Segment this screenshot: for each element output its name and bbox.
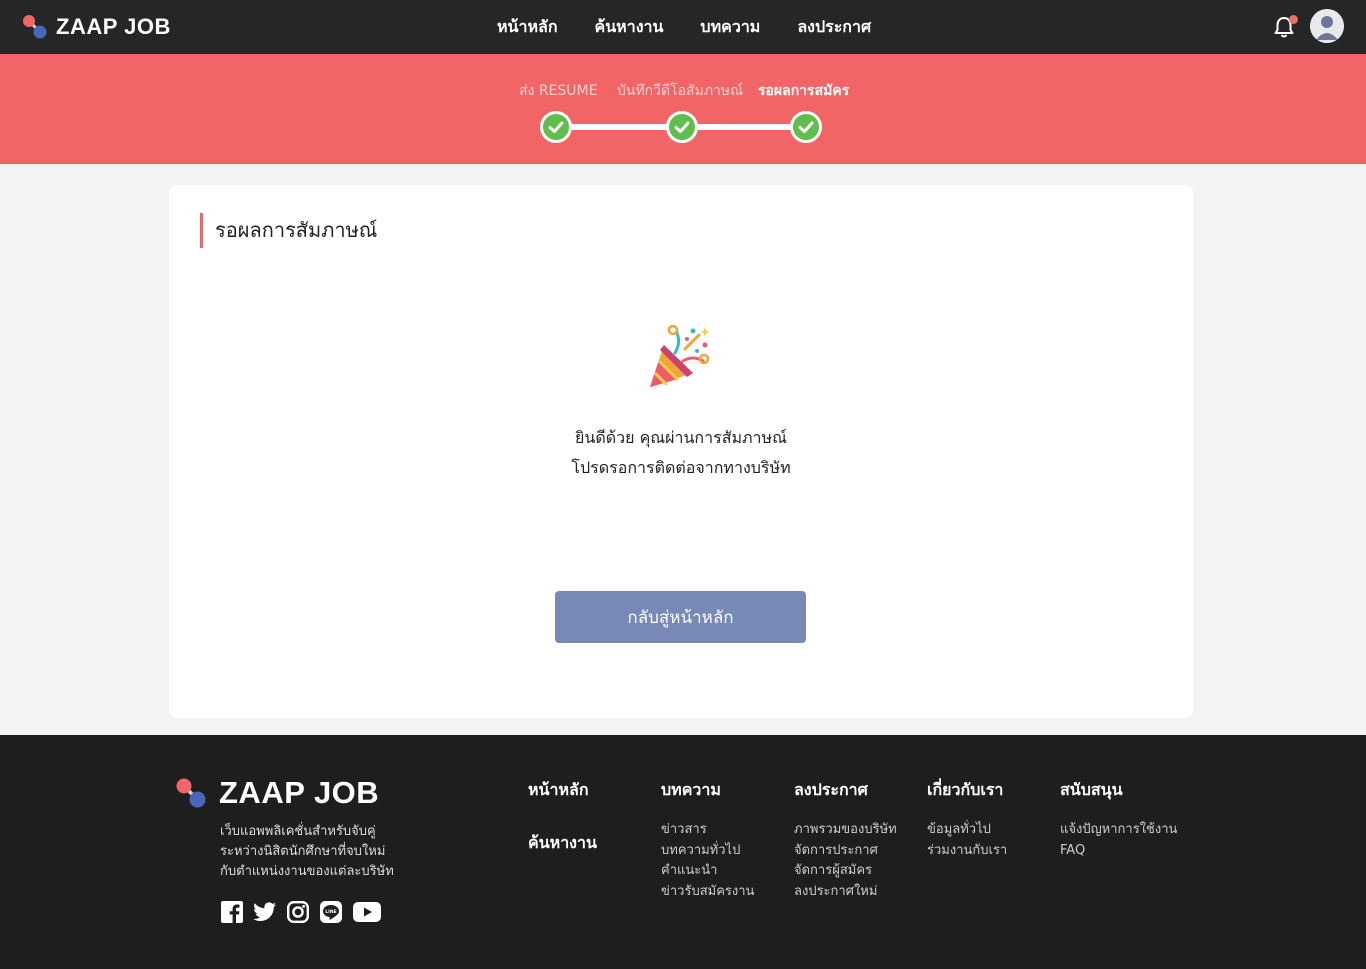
footer-link-job-news[interactable]: ข่าวรับสมัครงาน	[661, 882, 754, 903]
footer-col-support: สนับสนุน แจ้งปัญหาการใช้งาน FAQ	[1060, 778, 1177, 861]
main-nav: หน้าหลัก ค้นหางาน บทความ ลงประกาศ	[497, 0, 908, 54]
brand-logo[interactable]: ZAAP JOB	[22, 14, 171, 40]
footer-link-advice[interactable]: คำแนะนำ	[661, 861, 754, 882]
user-avatar-icon	[1310, 9, 1344, 43]
back-to-home-button[interactable]: กลับสู่หน้าหลัก	[555, 591, 806, 643]
footer-heading-about[interactable]: เกี่ยวกับเรา	[927, 778, 1007, 803]
footer-col-articles: บทความ ข่าวสาร บทความทั่วไป คำแนะนำ ข่าว…	[661, 778, 754, 902]
footer-col-home: หน้าหลัก ค้นหางาน	[528, 778, 597, 856]
nav-post-job[interactable]: ลงประกาศ	[797, 15, 871, 40]
footer-description-line: ระหว่างนิสิตนักศึกษาที่จบใหม่	[220, 844, 386, 859]
step-done-icon	[790, 111, 822, 143]
footer-heading-support[interactable]: สนับสนุน	[1060, 778, 1177, 803]
footer-heading-post[interactable]: ลงประกาศ	[794, 778, 897, 803]
top-navbar: ZAAP JOB หน้าหลัก ค้นหางาน บทความ ลงประก…	[0, 0, 1366, 54]
step-label-result: รอผลการสมัคร	[758, 83, 850, 99]
footer-description-line: เว็บแอพพลิเคชั่นสำหรับจับคู่	[220, 824, 376, 839]
footer-link-company-overview[interactable]: ภาพรวมของบริษัท	[794, 820, 897, 841]
footer-description-line: กับตำแหน่งงานของแต่ละบริษัท	[220, 864, 394, 879]
nav-home[interactable]: หน้าหลัก	[497, 15, 558, 40]
footer-link-report-issue[interactable]: แจ้งปัญหาการใช้งาน	[1060, 820, 1177, 841]
success-message: ยินดีด้วย คุณผ่านการสัมภาษณ์	[575, 428, 787, 447]
step-done-icon	[666, 111, 698, 143]
step-connector	[696, 124, 796, 130]
footer-heading-articles[interactable]: บทความ	[661, 778, 754, 803]
party-popper-icon	[647, 323, 713, 389]
footer-col-post: ลงประกาศ ภาพรวมของบริษัท จัดการประกาศ จั…	[794, 778, 897, 902]
footer-link-new-post[interactable]: ลงประกาศใหม่	[794, 882, 897, 903]
step-connector	[570, 124, 670, 130]
footer-brand-name: ZAAP JOB	[219, 775, 380, 810]
bell-icon[interactable]	[1271, 14, 1298, 40]
footer-col-about: เกี่ยวกับเรา ข้อมูลทั่วไป ร่วมงานกับเรา	[927, 778, 1007, 861]
nav-articles[interactable]: บทความ	[700, 15, 760, 40]
footer-link-manage-posts[interactable]: จัดการประกาศ	[794, 841, 897, 862]
footer-link-manage-applicants[interactable]: จัดการผู้สมัคร	[794, 861, 897, 882]
user-avatar[interactable]	[1310, 9, 1344, 43]
twitter-icon[interactable]	[253, 900, 277, 924]
youtube-icon[interactable]	[352, 900, 382, 924]
step-label-resume: ส่ง RESUME	[519, 83, 598, 99]
page-title: รอผลการสัมภาษณ์	[200, 213, 377, 248]
svg-text:LINE: LINE	[325, 909, 336, 915]
application-progress: ส่ง RESUME บันทึกวีดีโอสัมภาษณ์ รอผลการส…	[0, 54, 1366, 164]
footer-link-faq[interactable]: FAQ	[1060, 841, 1177, 862]
social-links: LINE	[220, 900, 391, 924]
footer-link-general-articles[interactable]: บทความทั่วไป	[661, 841, 754, 862]
line-icon[interactable]: LINE	[319, 900, 343, 924]
logo-icon	[23, 15, 47, 39]
footer-link-news[interactable]: ข่าวสาร	[661, 820, 754, 841]
nav-search-jobs[interactable]: ค้นหางาน	[595, 15, 664, 40]
footer-description: เว็บแอพพลิเคชั่นสำหรับจับคู่ ระหว่างนิสิ…	[220, 822, 394, 882]
step-done-icon	[540, 111, 572, 143]
notification-badge	[1289, 15, 1298, 24]
footer-link-careers[interactable]: ร่วมงานกับเรา	[927, 841, 1007, 862]
footer-link-search-jobs[interactable]: ค้นหางาน	[528, 831, 597, 856]
facebook-icon[interactable]	[220, 900, 244, 924]
footer-link-general-info[interactable]: ข้อมูลทั่วไป	[927, 820, 1007, 841]
logo-icon	[176, 778, 206, 808]
wait-message: โปรดรอการติดต่อจากทางบริษัท	[571, 458, 791, 477]
result-card: รอผลการสัมภาษณ์ ยินดีด้วย คุณผ่านการสัมภ…	[169, 185, 1193, 718]
footer-link-home[interactable]: หน้าหลัก	[528, 778, 597, 803]
footer-brand-logo[interactable]: ZAAP JOB	[175, 775, 379, 811]
instagram-icon[interactable]	[286, 900, 310, 924]
brand-name: ZAAP JOB	[56, 14, 171, 39]
step-label-video: บันทึกวีดีโอสัมภาษณ์	[617, 83, 744, 99]
footer: ZAAP JOB เว็บแอพพลิเคชั่นสำหรับจับคู่ ระ…	[0, 735, 1366, 969]
